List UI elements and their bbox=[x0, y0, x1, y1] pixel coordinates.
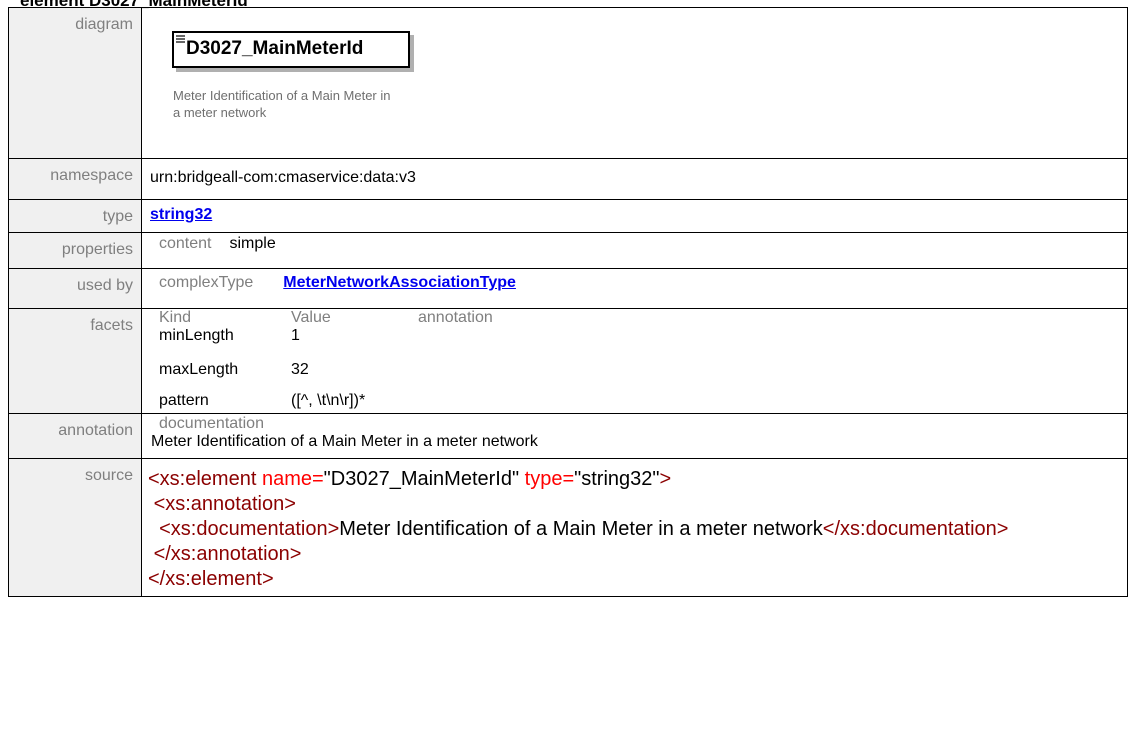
row-facets: facets Kind Value annotation minLength 1… bbox=[8, 308, 1128, 414]
diagram-documentation: Meter Identification of a Main Meter in … bbox=[173, 88, 391, 120]
label-annotation: annotation bbox=[8, 413, 142, 459]
facets-cell: Kind Value annotation minLength 1 maxLen… bbox=[141, 308, 1128, 414]
facets-header-kind: Kind bbox=[159, 309, 192, 326]
source-tag: </xs:documentation> bbox=[822, 518, 1009, 540]
type-cell: string32 bbox=[141, 199, 1128, 233]
annotation-header: documentation bbox=[159, 415, 264, 432]
row-used-by: used by complexType MeterNetworkAssociat… bbox=[8, 268, 1128, 309]
diagram-element-box[interactable]: D3027_MainMeterId bbox=[172, 31, 410, 68]
facets-header-annotation: annotation bbox=[418, 309, 493, 326]
annotation-text: Meter Identification of a Main Meter in … bbox=[151, 433, 538, 450]
diagram-element-name: D3027_MainMeterId bbox=[186, 38, 364, 59]
row-type: type string32 bbox=[8, 199, 1128, 233]
annotation-cell: documentation Meter Identification of a … bbox=[141, 413, 1128, 459]
row-properties: properties content simple bbox=[8, 232, 1128, 269]
label-used-by: used by bbox=[8, 268, 142, 309]
facet-value: ([^, \t\n\r])* bbox=[291, 392, 366, 409]
properties-cell: content simple bbox=[141, 232, 1128, 269]
source-attr-value: "string32" bbox=[574, 468, 660, 490]
page: element D3027_MainMeterId diagram D3027_… bbox=[0, 0, 1135, 738]
facet-row: maxLength 32 bbox=[142, 357, 1127, 387]
source-tag: <xs:annotation> bbox=[153, 493, 296, 515]
facet-value: 1 bbox=[291, 327, 300, 344]
source-cell: <xs:element name="D3027_MainMeterId" typ… bbox=[141, 458, 1128, 597]
namespace-value: urn:bridgeall-com:cmaservice:data:v3 bbox=[150, 169, 416, 186]
facet-row: pattern ([^, \t\n\r])* bbox=[142, 387, 1127, 413]
used-by-kind: complexType bbox=[159, 274, 254, 291]
properties-pair: content simple bbox=[142, 233, 1127, 253]
row-annotation: annotation documentation Meter Identific… bbox=[8, 413, 1128, 459]
label-namespace: namespace bbox=[8, 158, 142, 200]
type-link[interactable]: string32 bbox=[150, 206, 212, 224]
row-namespace: namespace urn:bridgeall-com:cmaservice:d… bbox=[8, 158, 1128, 200]
label-properties: properties bbox=[8, 232, 142, 269]
row-source: source <xs:element name="D3027_MainMeter… bbox=[8, 458, 1128, 597]
facet-kind: minLength bbox=[159, 327, 234, 344]
label-type: type bbox=[8, 199, 142, 233]
row-diagram: diagram D3027_MainMeterId Meter Identifi… bbox=[8, 7, 1128, 159]
used-by-pair: complexType MeterNetworkAssociationType bbox=[142, 269, 1127, 292]
source-attr-value: "D3027_MainMeterId" bbox=[323, 468, 520, 490]
used-by-link[interactable]: MeterNetworkAssociationType bbox=[283, 274, 516, 292]
facet-value: 32 bbox=[291, 361, 309, 378]
element-doc-table: diagram D3027_MainMeterId Meter Identifi… bbox=[8, 7, 1128, 597]
facet-kind: pattern bbox=[159, 392, 209, 409]
documentation-lines-icon bbox=[176, 35, 185, 43]
source-attr-name: name= bbox=[256, 468, 324, 490]
source-tag: > bbox=[659, 468, 672, 490]
facet-kind: maxLength bbox=[159, 361, 239, 378]
source-attr-name: type= bbox=[519, 468, 575, 490]
namespace-cell: urn:bridgeall-com:cmaservice:data:v3 bbox=[141, 158, 1128, 200]
source-tag: </xs:annotation> bbox=[153, 543, 302, 565]
properties-key: content bbox=[159, 235, 212, 252]
facets-header: Kind Value annotation bbox=[142, 309, 1127, 327]
properties-value: simple bbox=[229, 235, 276, 252]
label-facets: facets bbox=[8, 308, 142, 414]
label-diagram: diagram bbox=[8, 7, 142, 159]
facet-row: minLength 1 bbox=[142, 327, 1127, 357]
diagram-cell: D3027_MainMeterId Meter Identification o… bbox=[141, 7, 1128, 159]
used-by-cell: complexType MeterNetworkAssociationType bbox=[141, 268, 1128, 309]
facets-header-value: Value bbox=[291, 309, 331, 326]
source-code: <xs:element name="D3027_MainMeterId" typ… bbox=[146, 459, 1127, 592]
source-tag: </xs:element> bbox=[148, 568, 274, 590]
label-source: source bbox=[8, 458, 142, 597]
source-tag: <xs:element bbox=[148, 468, 257, 490]
source-text: Meter Identification of a Main Meter in … bbox=[339, 518, 823, 540]
source-tag: <xs:documentation> bbox=[159, 518, 340, 540]
